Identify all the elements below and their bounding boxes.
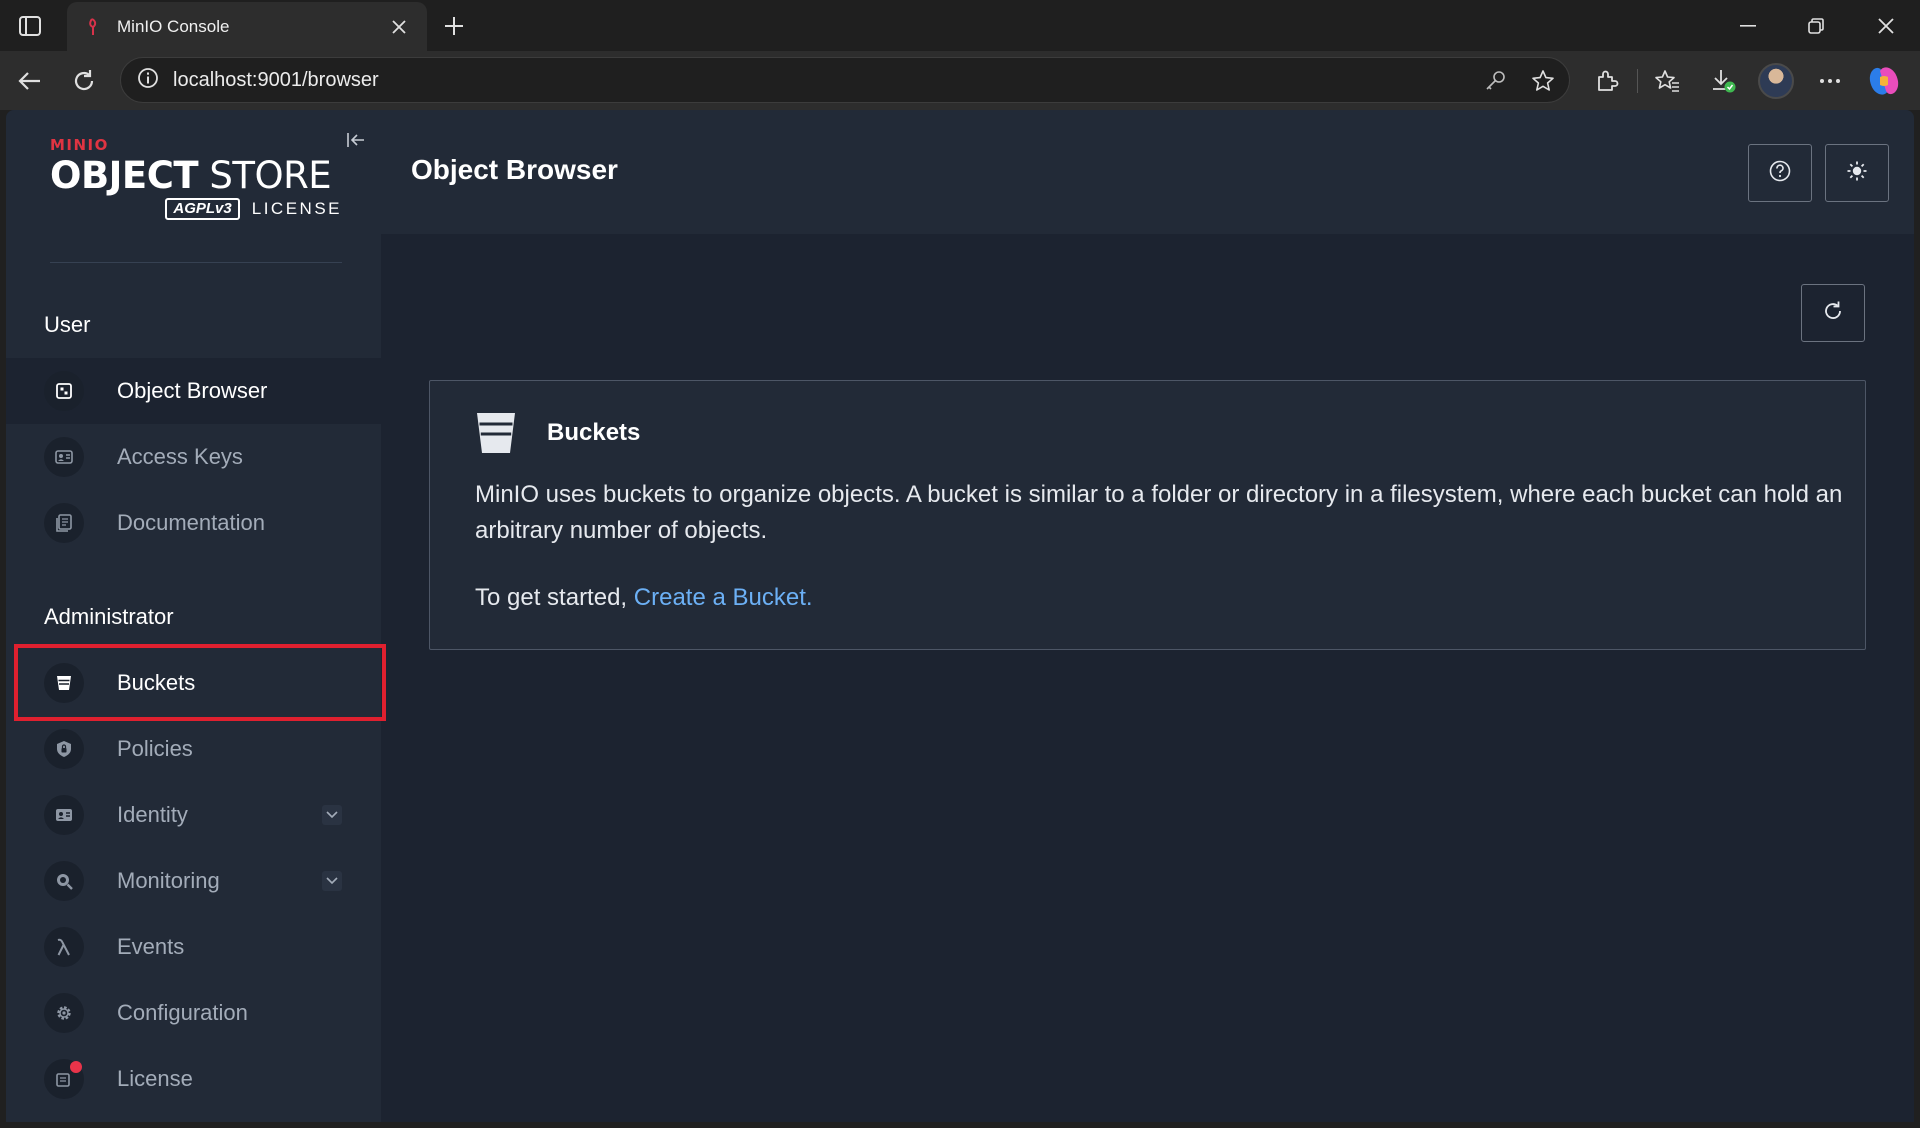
- theme-toggle-button[interactable]: [1825, 144, 1889, 202]
- logo-license-word: LICENSE: [251, 199, 342, 218]
- sidebar: MINIO OBJECT STORE AGPLv3 LICENSE User O…: [6, 110, 386, 1122]
- minio-object-store-logo: MINIO OBJECT STORE AGPLv3 LICENSE: [50, 136, 350, 246]
- sidebar-item-label: Monitoring: [117, 868, 220, 893]
- sidebar-item-label: Documentation: [117, 510, 265, 535]
- sidebar-item-configuration[interactable]: Configuration: [6, 980, 381, 1046]
- reload-icon[interactable]: [64, 61, 104, 101]
- section-label-administrator: Administrator: [44, 604, 174, 629]
- sidebar-item-label: Access Keys: [117, 444, 243, 469]
- card-call-to-action: To get started, Create a Bucket.: [475, 584, 813, 611]
- key-icon[interactable]: [1483, 69, 1507, 93]
- chevron-down-icon[interactable]: [322, 871, 342, 891]
- object-browser-icon: [44, 371, 84, 411]
- site-info-icon[interactable]: [137, 67, 159, 94]
- help-icon: [1769, 160, 1791, 187]
- policy-shield-icon: [44, 729, 84, 769]
- back-icon[interactable]: [10, 61, 50, 101]
- browser-toolbar: localhost:9001/browser: [0, 51, 1920, 110]
- card-description: MinIO uses buckets to organize objects. …: [475, 481, 1843, 544]
- sidebar-item-policies[interactable]: Policies: [6, 716, 381, 782]
- sidebar-item-identity[interactable]: Identity: [6, 782, 381, 848]
- refresh-button[interactable]: [1801, 284, 1865, 342]
- buckets-highlight-box: [14, 644, 386, 721]
- sidebar-item-access-keys[interactable]: Access Keys: [6, 424, 381, 490]
- access-keys-icon: [44, 437, 84, 477]
- sidebar-item-label: Events: [117, 934, 185, 959]
- close-window-icon[interactable]: [1852, 0, 1920, 51]
- sidebar-item-label: Identity: [117, 802, 188, 827]
- tab-title: MinIO Console: [117, 16, 230, 36]
- documentation-icon: [44, 503, 84, 543]
- logo-brand: MINIO: [50, 136, 109, 154]
- tab-actions-icon[interactable]: [14, 10, 46, 42]
- sidebar-item-events[interactable]: Events: [6, 914, 381, 980]
- section-label-user: User: [44, 312, 91, 337]
- bucket-icon: [474, 411, 518, 455]
- extensions-icon[interactable]: [1587, 61, 1627, 101]
- more-options-icon[interactable]: [1810, 61, 1850, 101]
- license-icon: [44, 1059, 84, 1099]
- lambda-icon: [44, 927, 84, 967]
- sidebar-item-label: License: [117, 1066, 193, 1091]
- sidebar-item-label: Object Browser: [117, 378, 268, 403]
- browser-tab[interactable]: MinIO Console: [67, 2, 427, 51]
- minimize-icon[interactable]: [1714, 0, 1782, 51]
- agpl-badge: AGPLv3: [165, 198, 240, 220]
- sidebar-item-monitoring[interactable]: Monitoring: [6, 848, 381, 914]
- page-header: Object Browser: [381, 110, 1914, 234]
- minio-favicon-icon: [83, 17, 103, 37]
- notification-dot: [70, 1061, 82, 1073]
- restore-icon[interactable]: [1782, 0, 1850, 51]
- url-text: localhost:9001/browser: [173, 68, 379, 91]
- sidebar-item-object-browser[interactable]: Object Browser: [6, 358, 381, 424]
- identity-card-icon: [44, 795, 84, 835]
- help-button[interactable]: [1748, 144, 1812, 202]
- buckets-info-card: Buckets MinIO uses buckets to organize o…: [429, 380, 1866, 650]
- profile-avatar[interactable]: [1758, 63, 1794, 99]
- gear-icon: [44, 993, 84, 1033]
- sidebar-item-documentation[interactable]: Documentation: [6, 490, 381, 556]
- new-tab-icon[interactable]: [438, 10, 470, 42]
- refresh-icon: [1822, 300, 1844, 327]
- sidebar-divider: [50, 262, 342, 263]
- page-title: Object Browser: [411, 154, 618, 185]
- sidebar-item-license[interactable]: License: [6, 1046, 381, 1112]
- card-title: Buckets: [547, 419, 641, 446]
- copilot-icon[interactable]: [1866, 63, 1902, 99]
- logo-product: OBJECT STORE: [50, 154, 332, 197]
- favorite-star-icon[interactable]: [1531, 69, 1555, 93]
- favorites-icon[interactable]: [1647, 61, 1687, 101]
- sidebar-item-label: Policies: [117, 736, 193, 761]
- sun-icon: [1846, 160, 1868, 187]
- close-tab-icon[interactable]: [387, 15, 411, 39]
- sidebar-item-label: Configuration: [117, 1000, 248, 1025]
- downloads-icon[interactable]: [1703, 61, 1743, 101]
- monitoring-icon: [44, 861, 84, 901]
- address-bar[interactable]: localhost:9001/browser: [120, 57, 1570, 103]
- minio-console-app: MINIO OBJECT STORE AGPLv3 LICENSE User O…: [6, 110, 1914, 1122]
- browser-titlebar: MinIO Console: [0, 0, 1920, 51]
- toolbar-separator: [1637, 69, 1638, 93]
- create-bucket-link[interactable]: Create a Bucket: [634, 584, 806, 611]
- chevron-down-icon[interactable]: [322, 805, 342, 825]
